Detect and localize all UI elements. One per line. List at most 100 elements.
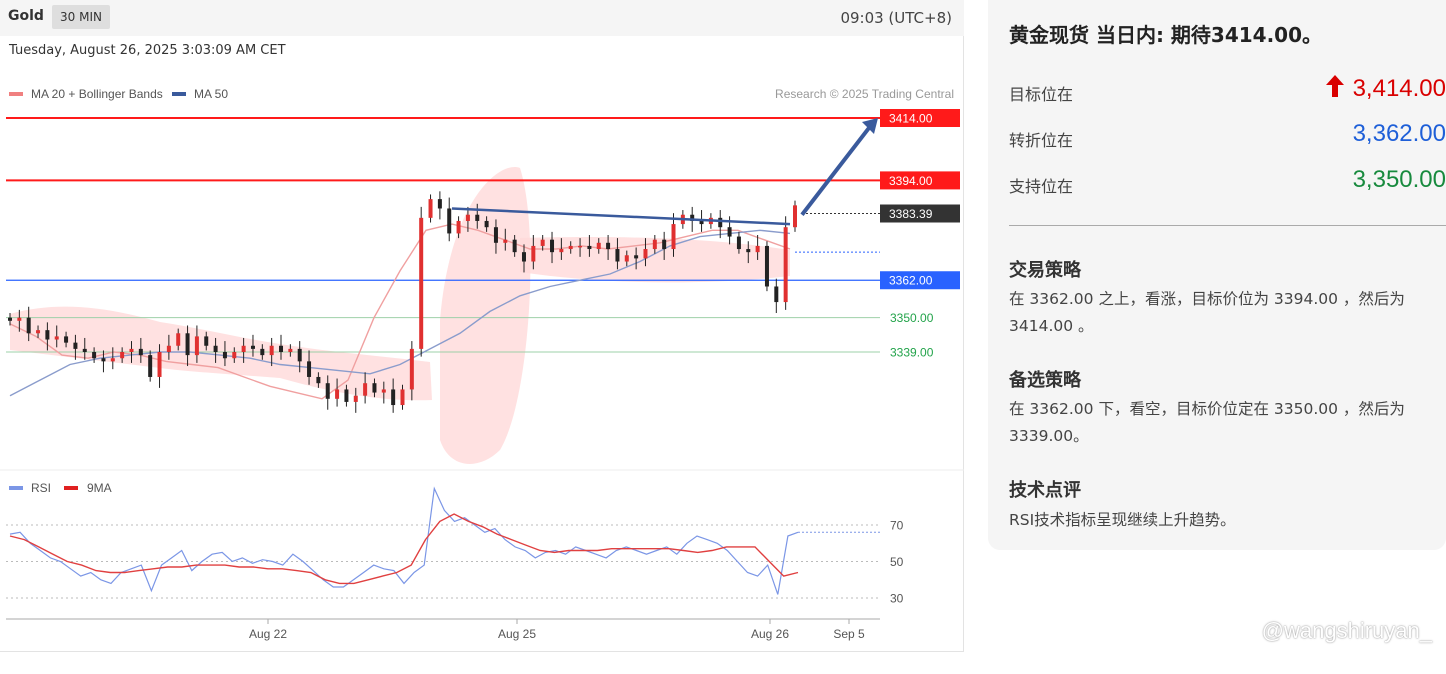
candle-body: [363, 383, 368, 396]
candle-body: [662, 239, 667, 250]
candle-body: [316, 376, 321, 384]
candle-body: [64, 336, 69, 343]
candle-body: [606, 242, 611, 250]
candle-body: [764, 245, 769, 287]
candle-body: [447, 208, 452, 234]
candle-body: [568, 245, 573, 250]
candle-body: [279, 345, 284, 352]
rsi-tick-50: 50: [890, 555, 904, 569]
candle-body: [260, 348, 265, 356]
candle-body: [428, 199, 433, 218]
pivot-level-value: 3,362.00: [1352, 120, 1446, 147]
legend-label-ma20: MA 20 + Bollinger Bands: [31, 87, 163, 101]
alt-strategy-title: 备选策略: [1009, 370, 1081, 391]
card-divider: [1009, 225, 1446, 226]
candle-body: [755, 245, 760, 253]
candle-body: [652, 239, 657, 250]
candle-body: [531, 245, 536, 262]
tech-comment-body: RSI技术指标呈现继续上升趋势。: [1009, 511, 1236, 529]
bollinger-band-left: [10, 306, 432, 401]
candle-body: [596, 242, 601, 250]
candle-body: [54, 336, 59, 340]
candle-body: [736, 236, 741, 250]
candle-body: [222, 352, 227, 359]
chart-panel: Gold 30 MIN 09:03 (UTC+8) Tuesday, Augus…: [0, 0, 964, 652]
candle-body: [138, 348, 143, 356]
legend-label-rsi: RSI: [31, 481, 51, 495]
candle-body: [493, 227, 498, 243]
candle-body: [727, 227, 732, 237]
pivot-level-row: 转折位在 3,362.00: [1009, 120, 1446, 154]
candle-body: [204, 336, 209, 346]
legend-swatch-ma50: [172, 92, 186, 96]
candle-body: [8, 317, 12, 321]
candle-body: [456, 220, 461, 234]
candle-body: [475, 214, 480, 221]
candle-body: [699, 220, 704, 225]
level-label-3: 3362.00: [889, 274, 933, 288]
candle-body: [45, 330, 50, 340]
candle-body: [550, 239, 555, 253]
candle-body: [643, 249, 648, 259]
level-label-0: 3414.00: [889, 112, 933, 126]
research-credit: Research © 2025 Trading Central: [775, 87, 954, 101]
strategy-body: 在 3362.00 之上，看涨，目标价位为 3394.00 ，然后为 3414.…: [1009, 290, 1405, 335]
candle-body: [344, 389, 349, 402]
rsi-tick-30: 30: [890, 592, 904, 606]
candle-body: [521, 252, 526, 262]
legend-label-ma50: MA 50: [194, 87, 228, 101]
candle-body: [793, 205, 797, 228]
x-axis-ticks: [267, 619, 850, 624]
candle-body: [381, 389, 386, 393]
support-level-row: 支持位在 3,350.00: [1009, 166, 1446, 200]
target-level-value: 3,414.00: [1325, 74, 1446, 103]
candle-body: [372, 383, 377, 393]
candle-body: [297, 348, 302, 362]
candle-body: [17, 317, 22, 321]
candle-body: [409, 348, 414, 390]
candle-body: [92, 352, 97, 359]
candle-body: [36, 330, 41, 334]
candle-body: [232, 352, 237, 359]
pivot-level-label: 转折位在: [1009, 131, 1074, 150]
candle-body: [250, 345, 255, 349]
candle-body: [73, 342, 78, 349]
rsi-tick-70: 70: [890, 519, 904, 533]
candle-body: [26, 317, 31, 334]
strategy-title: 交易策略: [1009, 260, 1081, 281]
candle-body: [101, 358, 106, 362]
target-level-number: 3,414.00: [1352, 75, 1446, 102]
tech-comment-title: 技术点评: [1009, 480, 1081, 501]
target-level-row: 目标位在 3,414.00: [1009, 74, 1446, 108]
candle-body: [166, 345, 171, 352]
candle-body: [307, 361, 312, 377]
candle-body: [82, 348, 87, 352]
candle-body: [746, 249, 751, 253]
candle-body: [634, 255, 639, 259]
candle-body: [465, 214, 470, 221]
candle-body: [587, 245, 592, 250]
candle-body: [503, 239, 508, 243]
legend-swatch-ma20: [9, 92, 23, 96]
candle-body: [241, 345, 246, 352]
legend-label-9ma: 9MA: [87, 481, 112, 495]
candle-body: [718, 217, 723, 228]
legend-swatch-9ma: [64, 486, 78, 490]
candle-body: [437, 199, 442, 209]
candle-body: [400, 389, 405, 406]
candle-body: [391, 389, 396, 406]
arrow-up-icon: [1325, 75, 1344, 97]
candle-body: [335, 389, 340, 399]
candle-body: [176, 333, 181, 346]
analysis-card: 黄金现货 当日内: 期待3414.00。 目标位在 3,414.00 转折位在 …: [988, 0, 1446, 550]
level-label-1: 3394.00: [889, 174, 933, 188]
candle-body: [559, 249, 564, 253]
candle-body: [484, 220, 489, 228]
rsi-9ma-line: [9, 513, 799, 585]
support-level-label: 支持位在: [1009, 177, 1074, 196]
candle-body: [110, 358, 115, 362]
x-tick-aug26: Aug 26: [751, 627, 789, 641]
price-chart[interactable]: MA 20 + Bollinger Bands MA 50 Research ©…: [0, 0, 964, 652]
level-label-5: 3339.00: [890, 346, 934, 360]
level-label-2: 3383.39: [889, 207, 933, 221]
